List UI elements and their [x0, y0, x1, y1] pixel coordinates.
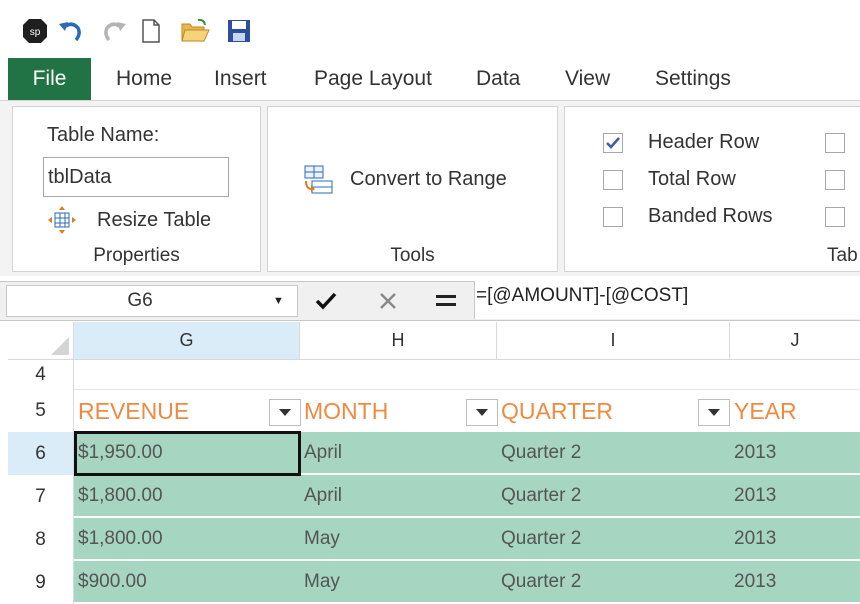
row-header-4[interactable]: 4 [8, 360, 74, 390]
app-logo-icon[interactable]: sp [20, 16, 50, 46]
properties-group: Table Name: Resize Table Properties [12, 106, 261, 272]
table-header-revenue[interactable]: REVENUE [74, 390, 300, 432]
table-row: $1,950.00 April Quarter 2 2013 [74, 432, 860, 473]
style-options-group-label: Tab [827, 245, 858, 266]
column-header-j[interactable]: J [730, 322, 860, 360]
select-all-corner[interactable] [8, 322, 74, 360]
cell-h7[interactable]: April [300, 475, 497, 516]
row-header-9[interactable]: 9 [8, 561, 74, 604]
cell-g7[interactable]: $1,800.00 [74, 475, 300, 516]
checkmark-icon [606, 136, 620, 149]
header-row-checkbox[interactable] [603, 132, 623, 153]
tab-file[interactable]: File [8, 58, 91, 100]
revenue-filter-dropdown-icon[interactable] [269, 399, 301, 426]
ribbon-panel: Table Name: Resize Table Properties Conv… [0, 100, 860, 276]
redo-icon[interactable] [100, 16, 130, 46]
header-row-option[interactable]: Header Row [603, 131, 759, 154]
total-row-label: Total Row [648, 168, 736, 190]
spreadsheet-grid: G H I J 4 5 6 7 8 9 REVENUE MONTH QUARTE… [8, 322, 860, 604]
convert-to-range-icon [302, 163, 334, 195]
banded-rows-option[interactable]: Banded Rows [603, 205, 773, 228]
total-row-checkbox[interactable] [603, 169, 623, 190]
cell-i9[interactable]: Quarter 2 [497, 561, 730, 602]
cell-j7[interactable]: 2013 [730, 475, 860, 516]
cell-h8[interactable]: May [300, 518, 497, 559]
column-header-h[interactable]: H [300, 322, 497, 360]
row-header-6[interactable]: 6 [8, 432, 74, 475]
formula-bar: G6 ▼ =[@AMOUNT]-[@COST] [0, 281, 860, 321]
tab-home[interactable]: Home [116, 58, 172, 100]
tools-group: Convert to Range Tools [267, 106, 558, 272]
tools-group-label: Tools [390, 245, 435, 266]
tab-view[interactable]: View [565, 58, 610, 100]
style-options-group: Header Row Total Row Banded Rows Tab [564, 106, 860, 272]
column-header-g[interactable]: G [74, 322, 300, 360]
header-year-label: YEAR [734, 397, 797, 424]
table-row: $1,800.00 May Quarter 2 2013 [74, 518, 860, 559]
resize-table-label: Resize Table [97, 208, 212, 231]
table-row: $1,800.00 April Quarter 2 2013 [74, 475, 860, 516]
last-column-checkbox[interactable] [825, 170, 845, 190]
quarter-filter-dropdown-icon[interactable] [698, 399, 730, 426]
ribbon-tabs: File Home Insert Page Layout Data View S… [0, 58, 860, 100]
table-name-label: Table Name: [47, 124, 160, 146]
properties-group-label: Properties [93, 245, 180, 266]
new-document-icon[interactable] [136, 16, 166, 46]
banded-columns-checkbox[interactable] [825, 207, 845, 227]
tab-insert[interactable]: Insert [214, 58, 267, 100]
open-folder-icon[interactable] [180, 16, 210, 46]
cell-i6[interactable]: Quarter 2 [497, 432, 730, 473]
banded-rows-checkbox[interactable] [603, 206, 623, 227]
convert-to-range-button[interactable]: Convert to Range [302, 162, 507, 196]
cell-h6[interactable]: April [300, 432, 497, 473]
header-quarter-label: QUARTER [501, 397, 614, 424]
cell-i8[interactable]: Quarter 2 [497, 518, 730, 559]
month-filter-dropdown-icon[interactable] [466, 399, 498, 426]
tab-data[interactable]: Data [476, 58, 520, 100]
convert-to-range-label: Convert to Range [350, 167, 507, 190]
save-icon[interactable] [224, 16, 254, 46]
enter-checkmark-icon[interactable] [310, 284, 342, 318]
column-header-i[interactable]: I [497, 322, 730, 360]
tab-page-layout[interactable]: Page Layout [314, 58, 432, 100]
table-header-quarter[interactable]: QUARTER [497, 390, 730, 432]
total-row-option[interactable]: Total Row [603, 168, 736, 191]
tab-settings[interactable]: Settings [655, 58, 731, 100]
banded-rows-label: Banded Rows [648, 205, 773, 227]
row-header-5[interactable]: 5 [8, 390, 74, 432]
table-row: $900.00 May Quarter 2 2013 [74, 561, 860, 602]
first-column-checkbox[interactable] [825, 133, 845, 153]
cell-g6[interactable]: $1,950.00 [74, 432, 300, 473]
undo-icon[interactable] [55, 16, 85, 46]
table-header-year[interactable]: YEAR [730, 390, 860, 432]
table-name-input[interactable] [43, 157, 229, 197]
name-box[interactable]: G6 ▼ [6, 285, 298, 317]
row-header-8[interactable]: 8 [8, 518, 74, 561]
header-row-label: Header Row [648, 131, 760, 153]
row-header-7[interactable]: 7 [8, 475, 74, 518]
cancel-x-icon[interactable] [372, 284, 404, 318]
cell-h9[interactable]: May [300, 561, 497, 602]
formula-input[interactable]: =[@AMOUNT]-[@COST] [474, 281, 860, 319]
insert-function-icon[interactable] [430, 284, 462, 318]
app-logo-text: sp [30, 27, 41, 38]
header-month-label: MONTH [304, 397, 389, 424]
cell-j6[interactable]: 2013 [730, 432, 860, 473]
cell-g8[interactable]: $1,800.00 [74, 518, 300, 559]
resize-table-icon [47, 205, 77, 235]
name-box-dropdown-icon[interactable]: ▼ [273, 295, 297, 307]
cell-j8[interactable]: 2013 [730, 518, 860, 559]
header-revenue-label: REVENUE [78, 397, 190, 424]
quick-access-toolbar: sp [0, 0, 860, 58]
cell-g9[interactable]: $900.00 [74, 561, 300, 602]
cell-j9[interactable]: 2013 [730, 561, 860, 602]
name-box-value: G6 [127, 290, 153, 311]
cell-i7[interactable]: Quarter 2 [497, 475, 730, 516]
row-4-cells[interactable] [74, 360, 860, 390]
resize-table-button[interactable]: Resize Table [47, 205, 211, 235]
